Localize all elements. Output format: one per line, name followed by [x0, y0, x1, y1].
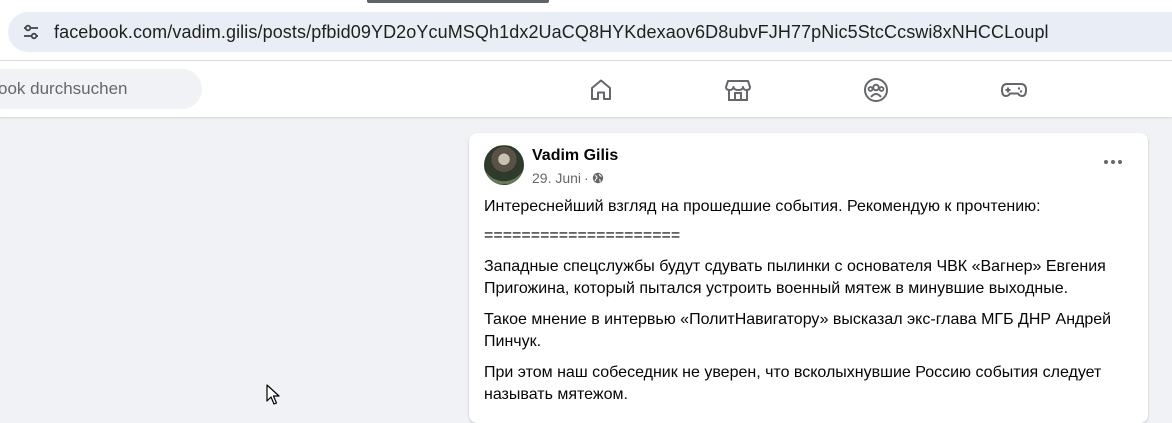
- gaming-icon[interactable]: [1000, 76, 1028, 104]
- post-paragraph: При этом наш собеседник не уверен, что в…: [484, 364, 1102, 403]
- post-card: Vadim Gilis 29. Juni · Интереснейший взг…: [469, 133, 1148, 423]
- url-text[interactable]: facebook.com/vadim.gilis/posts/pfbid09YD…: [54, 22, 1049, 43]
- dot: [1111, 160, 1115, 164]
- address-bar[interactable]: facebook.com/vadim.gilis/posts/pfbid09YD…: [8, 12, 1172, 52]
- facebook-top-bar: ook durchsuchen: [0, 61, 1172, 117]
- dot: [1118, 160, 1122, 164]
- avatar[interactable]: [484, 145, 524, 185]
- tune-icon[interactable]: [8, 12, 54, 52]
- groups-icon[interactable]: [862, 76, 890, 104]
- search-placeholder: ook durchsuchen: [0, 79, 128, 98]
- post-paragraph: Западные спецслужбы будут сдувать пылинк…: [484, 258, 1106, 297]
- post-paragraph: =====================: [484, 227, 681, 244]
- mouse-cursor-icon: [266, 384, 280, 411]
- post-meta: 29. Juni ·: [532, 170, 604, 186]
- post-author[interactable]: Vadim Gilis: [532, 147, 618, 165]
- meta-separator: ·: [584, 170, 589, 186]
- globe-icon[interactable]: [592, 172, 604, 184]
- tab-strip: [0, 0, 1172, 8]
- dot: [1104, 160, 1108, 164]
- more-options-button[interactable]: [1099, 151, 1127, 173]
- post-text: Интереснейший взгляд на прошедшие событи…: [484, 196, 1134, 415]
- home-icon[interactable]: [587, 76, 615, 104]
- marketplace-icon[interactable]: [724, 76, 752, 104]
- browser-toolbar: facebook.com/vadim.gilis/posts/pfbid09YD…: [0, 8, 1172, 61]
- active-tab-indicator: [367, 0, 549, 3]
- post-paragraph: Интереснейший взгляд на прошедшие событи…: [484, 198, 1041, 215]
- post-date[interactable]: 29. Juni: [532, 170, 581, 186]
- post-paragraph: Такое мнение в интервью «ПолитНавигатору…: [484, 311, 1112, 350]
- search-input[interactable]: ook durchsuchen: [0, 69, 202, 109]
